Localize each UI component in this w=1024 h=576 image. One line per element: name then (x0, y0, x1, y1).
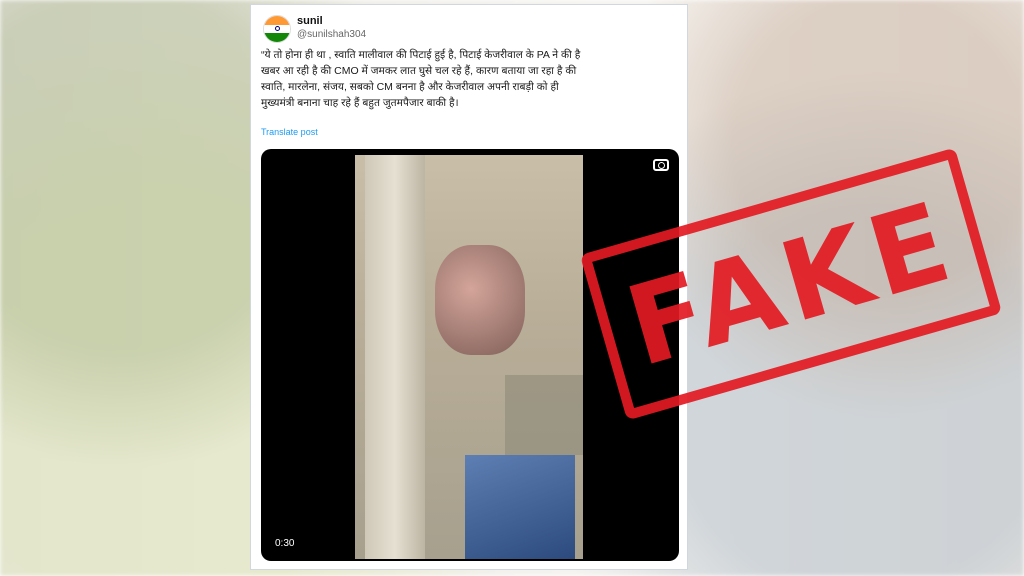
translate-link[interactable]: Translate post (261, 127, 318, 137)
flag-saffron (264, 16, 290, 25)
video-person (465, 455, 575, 559)
video-frame (355, 155, 583, 559)
chakra-icon (274, 26, 280, 32)
video-person (435, 245, 525, 355)
tweet-text: “ये तो होना ही था , स्वाति मालीवाल की पि… (261, 49, 581, 109)
video-door (365, 155, 425, 559)
avatar[interactable] (263, 15, 291, 43)
camera-icon[interactable] (653, 159, 669, 171)
user-handle[interactable]: @sunilshah304 (297, 29, 366, 40)
flag-green (264, 33, 290, 42)
video-floor (505, 375, 583, 455)
user-name[interactable]: sunil (297, 15, 323, 27)
video-duration: 0:30 (271, 536, 299, 551)
flag-white (264, 24, 290, 34)
